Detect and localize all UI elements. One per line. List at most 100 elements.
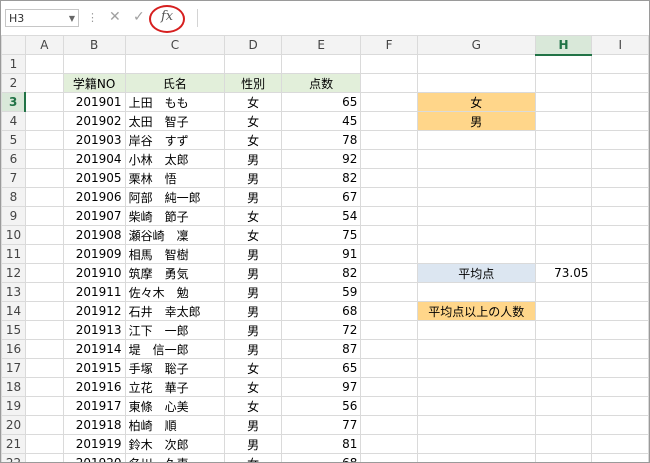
cell-c12[interactable]: 筑摩 勇気 bbox=[124, 263, 226, 283]
cell-c17[interactable]: 手塚 聡子 bbox=[124, 358, 226, 378]
cell-h7[interactable] bbox=[534, 168, 593, 188]
cell-c6[interactable]: 小林 太郎 bbox=[124, 149, 226, 169]
cell-c20[interactable]: 柏崎 順 bbox=[124, 415, 226, 435]
cell-g5[interactable] bbox=[416, 130, 536, 150]
cell-d11[interactable]: 男 bbox=[224, 244, 282, 264]
cell-d7[interactable]: 男 bbox=[224, 168, 282, 188]
cell-d6[interactable]: 男 bbox=[224, 149, 282, 169]
cell-i13[interactable] bbox=[591, 282, 649, 302]
cell-g13[interactable] bbox=[416, 282, 536, 302]
cell-a19[interactable] bbox=[24, 396, 64, 416]
cell-g14[interactable]: 平均点以上の人数 bbox=[416, 301, 536, 321]
cell-h9[interactable] bbox=[534, 206, 593, 226]
cell-d4[interactable]: 女 bbox=[224, 111, 282, 131]
name-box[interactable]: H3 ▼ bbox=[5, 9, 79, 27]
row-header-7[interactable]: 7 bbox=[1, 168, 26, 188]
cell-h6[interactable] bbox=[534, 149, 593, 169]
column-header-g[interactable]: G bbox=[416, 35, 536, 55]
cell-a16[interactable] bbox=[24, 339, 64, 359]
cell-b5[interactable]: 201903 bbox=[62, 130, 126, 150]
row-header-8[interactable]: 8 bbox=[1, 187, 26, 207]
cell-e19[interactable]: 56 bbox=[280, 396, 362, 416]
cell-h21[interactable] bbox=[534, 434, 593, 454]
cell-g1[interactable] bbox=[416, 54, 536, 74]
cell-h12[interactable]: 73.05 bbox=[534, 263, 593, 283]
cell-a17[interactable] bbox=[24, 358, 64, 378]
cell-h5[interactable] bbox=[534, 130, 593, 150]
cell-f5[interactable] bbox=[360, 130, 418, 150]
cell-b3[interactable]: 201901 bbox=[62, 92, 126, 112]
cell-f15[interactable] bbox=[360, 320, 418, 340]
column-header-c[interactable]: C bbox=[124, 35, 226, 55]
cell-g16[interactable] bbox=[416, 339, 536, 359]
select-all-corner[interactable] bbox=[1, 35, 26, 55]
cell-h11[interactable] bbox=[534, 244, 593, 264]
cell-a7[interactable] bbox=[24, 168, 64, 188]
cell-a20[interactable] bbox=[24, 415, 64, 435]
cell-d12[interactable]: 男 bbox=[224, 263, 282, 283]
cell-f19[interactable] bbox=[360, 396, 418, 416]
cell-d9[interactable]: 女 bbox=[224, 206, 282, 226]
row-header-19[interactable]: 19 bbox=[1, 396, 26, 416]
cell-g15[interactable] bbox=[416, 320, 536, 340]
cell-i19[interactable] bbox=[591, 396, 649, 416]
row-header-16[interactable]: 16 bbox=[1, 339, 26, 359]
cell-a12[interactable] bbox=[24, 263, 64, 283]
cell-a6[interactable] bbox=[24, 149, 64, 169]
cell-i22[interactable] bbox=[591, 453, 649, 462]
cell-i16[interactable] bbox=[591, 339, 649, 359]
cell-f18[interactable] bbox=[360, 377, 418, 397]
cell-d13[interactable]: 男 bbox=[224, 282, 282, 302]
cell-i10[interactable] bbox=[591, 225, 649, 245]
cell-a5[interactable] bbox=[24, 130, 64, 150]
cell-h3[interactable] bbox=[534, 92, 593, 112]
cell-d5[interactable]: 女 bbox=[224, 130, 282, 150]
cell-i4[interactable] bbox=[591, 111, 649, 131]
cell-f4[interactable] bbox=[360, 111, 418, 131]
cell-b8[interactable]: 201906 bbox=[62, 187, 126, 207]
cell-f21[interactable] bbox=[360, 434, 418, 454]
row-header-20[interactable]: 20 bbox=[1, 415, 26, 435]
cell-i18[interactable] bbox=[591, 377, 649, 397]
cell-i14[interactable] bbox=[591, 301, 649, 321]
cell-g7[interactable] bbox=[416, 168, 536, 188]
cell-e18[interactable]: 97 bbox=[280, 377, 362, 397]
cell-e8[interactable]: 67 bbox=[280, 187, 362, 207]
row-header-15[interactable]: 15 bbox=[1, 320, 26, 340]
chevron-down-icon[interactable]: ▼ bbox=[69, 10, 75, 28]
cell-d1[interactable] bbox=[224, 54, 282, 74]
cell-d15[interactable]: 男 bbox=[224, 320, 282, 340]
cell-b22[interactable]: 201920 bbox=[62, 453, 126, 462]
cell-g2[interactable] bbox=[416, 73, 536, 93]
cell-a11[interactable] bbox=[24, 244, 64, 264]
cell-f12[interactable] bbox=[360, 263, 418, 283]
cell-c7[interactable]: 栗林 悟 bbox=[124, 168, 226, 188]
row-header-6[interactable]: 6 bbox=[1, 149, 26, 169]
cell-i12[interactable] bbox=[591, 263, 649, 283]
cell-e15[interactable]: 72 bbox=[280, 320, 362, 340]
cell-h2[interactable] bbox=[534, 73, 593, 93]
cell-d14[interactable]: 男 bbox=[224, 301, 282, 321]
cell-d2[interactable]: 性別 bbox=[224, 73, 282, 93]
cell-f1[interactable] bbox=[360, 54, 418, 74]
cell-i21[interactable] bbox=[591, 434, 649, 454]
cell-g12[interactable]: 平均点 bbox=[416, 263, 536, 283]
cell-b20[interactable]: 201918 bbox=[62, 415, 126, 435]
cell-c1[interactable] bbox=[124, 54, 226, 74]
cell-g10[interactable] bbox=[416, 225, 536, 245]
cell-b4[interactable]: 201902 bbox=[62, 111, 126, 131]
cell-a14[interactable] bbox=[24, 301, 64, 321]
cell-g4[interactable]: 男 bbox=[416, 111, 536, 131]
cell-a18[interactable] bbox=[24, 377, 64, 397]
cell-b19[interactable]: 201917 bbox=[62, 396, 126, 416]
row-header-14[interactable]: 14 bbox=[1, 301, 26, 321]
row-header-9[interactable]: 9 bbox=[1, 206, 26, 226]
cell-f11[interactable] bbox=[360, 244, 418, 264]
cell-e9[interactable]: 54 bbox=[280, 206, 362, 226]
row-header-3[interactable]: 3 bbox=[1, 92, 27, 112]
cell-c11[interactable]: 相馬 智樹 bbox=[124, 244, 226, 264]
cell-i15[interactable] bbox=[591, 320, 649, 340]
cell-g21[interactable] bbox=[416, 434, 536, 454]
cell-b1[interactable] bbox=[62, 54, 126, 74]
cell-b9[interactable]: 201907 bbox=[62, 206, 126, 226]
